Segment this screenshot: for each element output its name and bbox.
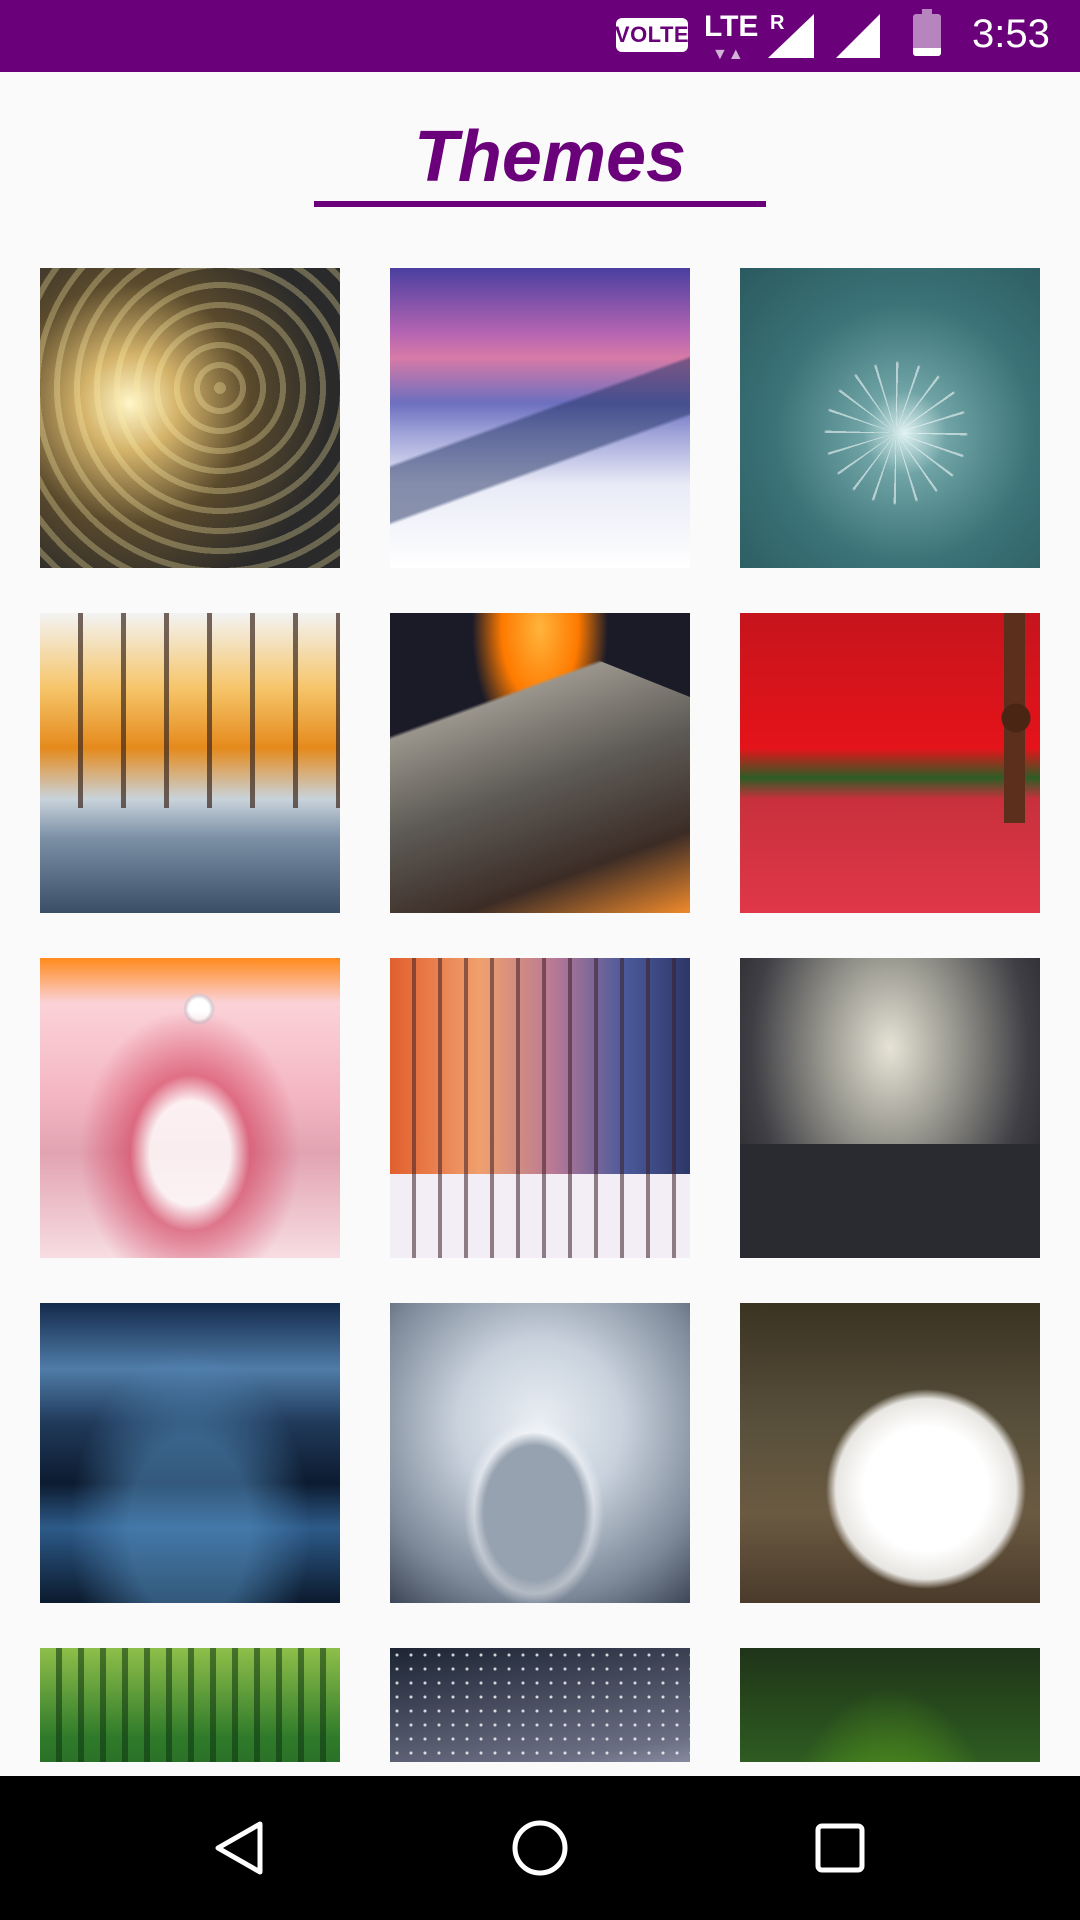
- theme-tile-snowy-forest[interactable]: [390, 958, 690, 1258]
- theme-tile-milky-way[interactable]: [390, 1648, 690, 1762]
- theme-tile-red-tree[interactable]: [740, 613, 1040, 913]
- clock: 3:53: [972, 12, 1050, 56]
- battery-icon: [913, 9, 941, 56]
- theme-tile-snowy-cabin[interactable]: [390, 268, 690, 568]
- volte-badge: VOLTE: [615, 18, 689, 52]
- page-header: Themes: [0, 72, 1080, 222]
- theme-tile-dandelion[interactable]: [740, 268, 1040, 568]
- status-bar: VOLTE LTE ▼▲ R 3:53: [0, 0, 1080, 72]
- theme-tile-mossy-tree[interactable]: [740, 1648, 1040, 1762]
- theme-tile-white-fox[interactable]: [740, 1303, 1040, 1603]
- theme-tile-water-drop[interactable]: [40, 958, 340, 1258]
- theme-tile-water-glass[interactable]: [390, 1303, 690, 1603]
- theme-tile-moon-mountain[interactable]: [390, 613, 690, 913]
- themes-grid[interactable]: [40, 268, 1040, 1762]
- theme-tile-yellow-blossom[interactable]: [40, 268, 340, 568]
- home-icon[interactable]: [510, 1818, 570, 1878]
- theme-tile-foggy-road[interactable]: [740, 958, 1040, 1258]
- navigation-bar: [0, 1776, 1080, 1920]
- back-icon[interactable]: [210, 1818, 270, 1878]
- recents-icon[interactable]: [810, 1818, 870, 1878]
- theme-tile-blue-river[interactable]: [40, 1303, 340, 1603]
- theme-tile-autumn-park[interactable]: [40, 613, 340, 913]
- page-title: Themes: [413, 117, 687, 197]
- data-activity-icon: ▼▲: [712, 44, 744, 63]
- signal-icon-sim2: [836, 14, 880, 58]
- signal-icon-sim1: [768, 14, 814, 58]
- title-underline: [314, 201, 766, 207]
- lte-indicator: LTE: [704, 10, 759, 43]
- theme-tile-green-forest[interactable]: [40, 1648, 340, 1762]
